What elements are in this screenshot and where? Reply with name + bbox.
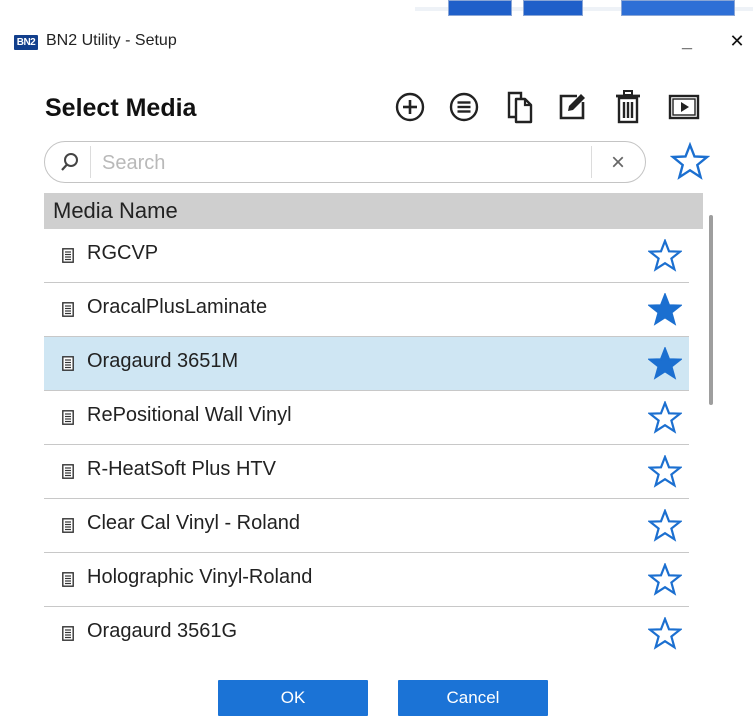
list-item[interactable]: Holographic Vinyl-Roland: [44, 553, 689, 607]
list-item[interactable]: Oragaurd 3651M: [44, 337, 689, 391]
media-file-icon: [62, 626, 74, 641]
search-input[interactable]: [102, 150, 572, 176]
background-tile: [621, 0, 735, 16]
media-file-icon: [62, 302, 74, 317]
background-tile: [448, 0, 512, 16]
media-name: OracalPlusLaminate: [87, 296, 268, 318]
background-window-fragment: [415, 0, 753, 16]
list-item[interactable]: R-HeatSoft Plus HTV: [44, 445, 689, 499]
cancel-button[interactable]: Cancel: [398, 680, 548, 716]
window-title: BN2 Utility - Setup: [46, 32, 177, 49]
app-logo: BN2: [14, 35, 38, 50]
search-box: ×: [44, 141, 646, 183]
edit-icon: [559, 94, 585, 120]
media-name: RGCVP: [87, 242, 159, 264]
list-item[interactable]: RGCVP: [44, 229, 689, 283]
media-name: R-HeatSoft Plus HTV: [87, 458, 276, 480]
title-bar: BN2 BN2 Utility - Setup _ ✕: [0, 26, 753, 58]
list-circle-icon: [449, 92, 479, 122]
list-media-button[interactable]: [446, 88, 482, 126]
favorite-star-outline-icon[interactable]: [648, 509, 682, 543]
scrollbar[interactable]: [709, 215, 713, 405]
search-divider: [90, 146, 91, 178]
search-divider: [591, 146, 592, 178]
favorite-star-filled-icon[interactable]: [648, 293, 682, 327]
ok-button[interactable]: OK: [218, 680, 368, 716]
list-item[interactable]: OracalPlusLaminate: [44, 283, 689, 337]
preview-icon: [668, 94, 700, 120]
media-file-icon: [62, 518, 74, 533]
copy-media-button[interactable]: [502, 88, 538, 126]
preview-media-button[interactable]: [666, 88, 702, 126]
background-tile: [523, 0, 583, 16]
media-list: Media Name RGCVP OracalPlusLaminate Oragau…: [44, 193, 719, 653]
favorite-star-filled-icon[interactable]: [648, 347, 682, 381]
list-item[interactable]: Clear Cal Vinyl - Roland: [44, 499, 689, 553]
media-file-icon: [62, 572, 74, 587]
search-icon: [61, 153, 78, 171]
add-media-button[interactable]: [392, 88, 428, 126]
media-name: Clear Cal Vinyl - Roland: [87, 512, 301, 534]
list-item[interactable]: RePositional Wall Vinyl: [44, 391, 689, 445]
page-title: Select Media: [45, 94, 197, 122]
media-name: Oragaurd 3651M: [87, 350, 239, 372]
media-file-icon: [62, 248, 74, 263]
copy-icon: [507, 91, 533, 124]
delete-icon: [616, 90, 640, 124]
favorite-star-outline-icon[interactable]: [648, 239, 682, 273]
media-file-icon: [62, 410, 74, 425]
favorite-star-outline-icon[interactable]: [648, 401, 682, 435]
add-circle-icon: [395, 92, 425, 122]
favorite-star-outline-icon[interactable]: [648, 563, 682, 597]
favorite-star-outline-icon[interactable]: [648, 455, 682, 489]
media-file-icon: [62, 464, 74, 479]
list-item[interactable]: Oragaurd 3561G: [44, 607, 689, 653]
media-file-icon: [62, 356, 74, 371]
minimize-button[interactable]: _: [675, 28, 699, 54]
media-name: Oragaurd 3561G: [87, 620, 238, 642]
favorites-filter-star-icon[interactable]: [670, 142, 710, 182]
media-name: Holographic Vinyl-Roland: [87, 566, 313, 588]
edit-media-button[interactable]: [554, 88, 590, 126]
delete-media-button[interactable]: [610, 88, 646, 126]
favorite-star-outline-icon[interactable]: [648, 617, 682, 651]
close-button[interactable]: ✕: [725, 28, 749, 54]
media-name: RePositional Wall Vinyl: [87, 404, 292, 426]
column-header-media-name[interactable]: Media Name: [44, 193, 703, 229]
clear-search-button[interactable]: ×: [605, 150, 631, 176]
